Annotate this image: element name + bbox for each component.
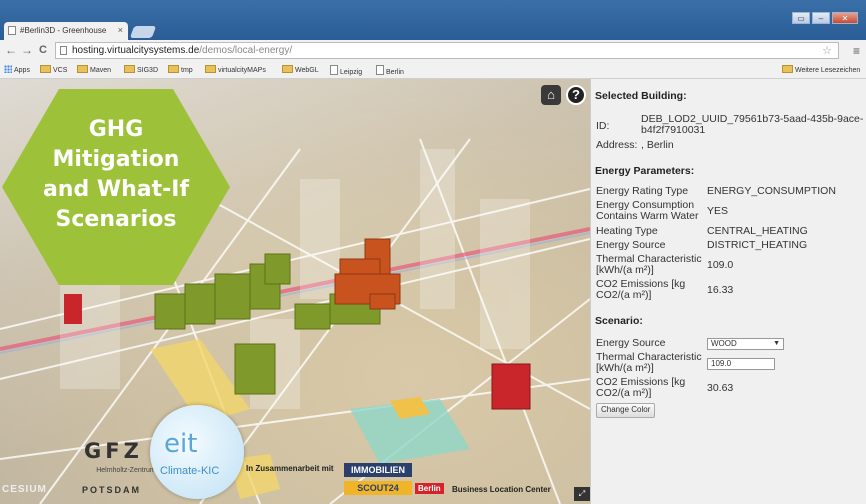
home-button[interactable]: ⌂ [541,85,561,105]
collaboration-label: In Zusammenarbeit mit [246,464,334,473]
change-color-button[interactable]: Change Color [596,403,656,418]
param-label: Energy Consumption Contains Warm Water [596,199,699,222]
param-value: ENERGY_CONSUMPTION [707,185,836,197]
browser-toolbar: ← → C hosting.virtualcitysystems.de/demo… [0,40,866,62]
browser-tab[interactable]: #Berlin3D - Greenhouse × [4,22,128,40]
bookmark-folder[interactable]: WebGL [282,65,319,74]
business-location-center-label: Business Location Center [452,485,551,494]
bookmark-page[interactable]: Leipzig [330,65,362,76]
param-value: 109.0 [707,259,734,271]
bookmark-apps[interactable]: Apps [4,65,30,74]
param-value: CENTRAL_HEATING [707,225,808,237]
immobilienscout-logo-top: IMMOBILIEN [344,463,412,477]
cesium-logo: CESIUM [2,484,47,495]
energy-source-select[interactable]: WOOD ▼ [707,338,784,350]
new-tab-button[interactable] [129,26,157,38]
param-label: Heating Type [596,225,658,237]
energy-parameters-heading: Energy Parameters: [595,165,695,177]
page-icon [376,65,384,75]
bookmark-folder[interactable]: VCS [40,65,67,74]
bookmark-folder[interactable]: virtualcityMAPs [205,65,266,74]
bookmark-folder[interactable]: SIG3D [124,65,158,74]
berlin-logo: Berlin [415,483,444,494]
window-controls: ▭ – ✕ [792,12,858,24]
gfz-subtitle: Helmholtz-Zentrum [96,467,156,474]
scenario-co2-label: CO2 Emissions [kg CO2/(a m²)] [596,376,686,399]
scenario-heading: Scenario: [595,315,643,327]
chrome-menu-icon[interactable]: ≡ [853,44,860,58]
other-bookmarks[interactable]: Weitere Lesezeichen [782,65,860,74]
browser-tab-strip: #Berlin3D - Greenhouse × ▭ – ✕ [0,0,866,40]
overlay-title: GHG Mitigation and What-If Scenarios [42,117,190,232]
id-label: ID: [596,120,610,132]
url-host: hosting.virtualcitysystems.de [72,45,200,56]
window-close-button[interactable]: ✕ [832,12,858,24]
folder-icon [782,65,793,73]
reload-button[interactable]: C [36,44,50,56]
immobilienscout-logo-bottom: SCOUT24 [344,481,412,495]
gfz-potsdam: POTSDAM [82,485,141,495]
scenario-co2-value: 30.63 [707,382,734,394]
folder-icon [40,65,51,73]
bookmark-page[interactable]: Berlin [376,65,404,76]
folder-icon [168,65,179,73]
window-minimize-button[interactable]: – [812,12,830,24]
bookmarks-bar: Apps VCS Maven SIG3D tmp virtualcityMAPs… [0,62,866,79]
param-value: DISTRICT_HEATING [707,239,808,251]
map-viewport[interactable]: GHG Mitigation and What-If Scenarios ⌂ ?… [0,79,590,504]
address-bar[interactable]: hosting.virtualcitysystems.de/demos/loca… [55,42,839,59]
tab-favicon-icon [8,26,16,35]
bookmark-folder[interactable]: tmp [168,65,193,74]
scenario-thermal-label: Thermal Characteristic [kWh/(a m²)] [596,351,702,374]
eit-logo: eit Climate-KIC [150,405,244,499]
fullscreen-button[interactable]: ⤢ [574,487,590,501]
folder-icon [205,65,216,73]
page-icon [60,46,67,55]
folder-icon [124,65,135,73]
param-value: YES [707,205,729,217]
chevron-down-icon: ▼ [773,340,780,347]
window-restore-button[interactable]: ▭ [792,12,810,24]
building-info-panel: Selected Building: ID: DEB_LOD2_UUID_795… [590,79,866,504]
param-value: 16.33 [707,284,734,296]
page-icon [330,65,338,75]
param-label: Thermal Characteristic [kWh/(a m²)] [596,253,702,276]
id-value-line2: b4f2f7910031 [641,124,706,136]
folder-icon [77,65,88,73]
address-value: , Berlin [641,139,674,151]
help-button[interactable]: ? [566,85,586,105]
selected-building-heading: Selected Building: [595,90,687,102]
apps-grid-icon [4,65,12,73]
gfz-logo: GFZ [84,439,143,463]
folder-icon [282,65,293,73]
scenario-energy-source-label: Energy Source [596,337,666,349]
thermal-characteristic-input[interactable]: 109.0 [707,358,775,370]
param-label: CO2 Emissions [kg CO2/(a m²)] [596,278,686,301]
address-label: Address: [596,139,638,151]
url-path: /demos/local-energy/ [199,45,293,56]
param-label: Energy Source [596,239,666,251]
tab-close-icon[interactable]: × [118,25,123,35]
param-label: Energy Rating Type [596,185,689,197]
bookmark-star-icon[interactable]: ☆ [822,44,832,57]
back-button[interactable]: ← [4,43,18,57]
forward-button[interactable]: → [20,43,34,57]
tab-title: #Berlin3D - Greenhouse [20,26,107,35]
bookmark-folder[interactable]: Maven [77,65,111,74]
